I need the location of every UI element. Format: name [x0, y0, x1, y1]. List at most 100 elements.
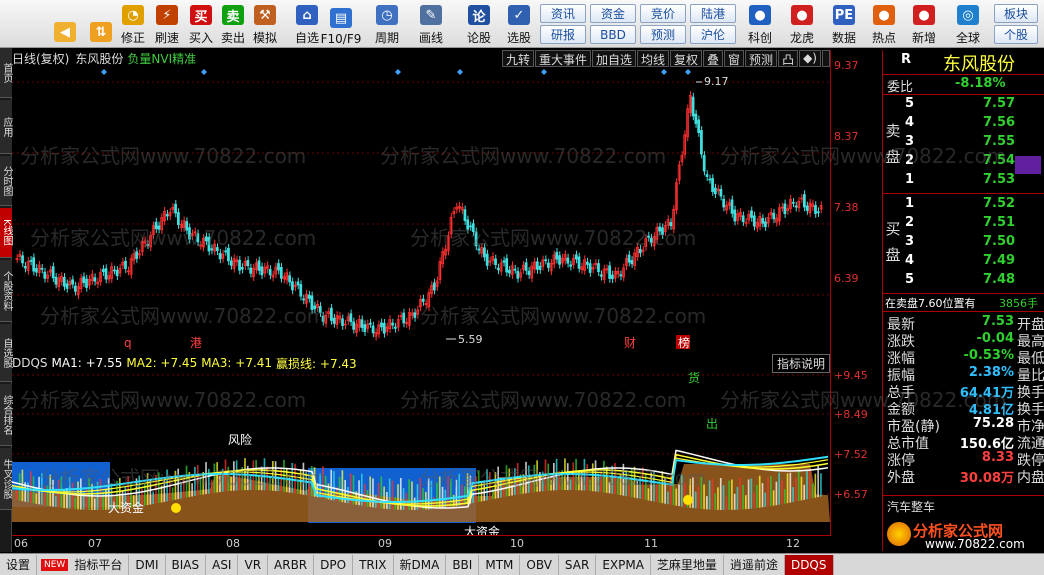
sell-price[interactable]: 7.55	[983, 134, 1015, 149]
indicator-tab-7[interactable]: ARBR	[268, 554, 315, 575]
buy-price[interactable]: 7.50	[983, 234, 1015, 249]
toolbar-button-4[interactable]: 买买入	[184, 2, 218, 46]
indicator-tab-3[interactable]: DMI	[129, 554, 166, 575]
indicator-bar	[269, 475, 271, 491]
toolbar-button-3[interactable]: ⚡ 刷速	[150, 2, 184, 46]
sidebar-tab-1[interactable]: 应用	[0, 100, 12, 154]
indicator-tab-9[interactable]: TRIX	[353, 554, 394, 575]
candle-body	[65, 283, 69, 289]
pe-button[interactable]: PE 数据	[826, 2, 862, 46]
chart-tool-3[interactable]: 均线	[636, 50, 669, 67]
chart-tool-10[interactable]	[822, 50, 830, 67]
cycle-icon: ◷	[376, 5, 398, 25]
sidebar-tab-3[interactable]: K线图	[0, 208, 12, 258]
period-label[interactable]: 日线(复权)	[12, 50, 69, 67]
up-down-arrow-button[interactable]: ⇅	[84, 2, 118, 46]
quick-button-7[interactable]: 沪伦	[690, 25, 736, 44]
chart-tool-0[interactable]: 九转	[501, 50, 534, 67]
chart-tool-1[interactable]: 重大事件	[534, 50, 591, 67]
toolbar-button-5[interactable]: 卖卖出	[216, 2, 250, 46]
indicator-bar	[191, 483, 193, 497]
dragon-button[interactable]: ● 龙虎	[784, 2, 820, 46]
indicator-tab-5[interactable]: ASI	[206, 554, 239, 575]
sell-price[interactable]: 7.56	[983, 115, 1015, 130]
indicator-tab-14[interactable]: SAR	[559, 554, 597, 575]
kline-chart[interactable]: 9.17 5.59 q 港 财 榜	[12, 67, 830, 350]
chart-tool-8[interactable]: 凸	[778, 50, 799, 67]
quick-button-3[interactable]: 陆港	[690, 4, 736, 23]
buy-side-label: 买盘	[885, 220, 901, 264]
indicator-tab-12[interactable]: MTM	[479, 554, 521, 575]
candle-body	[188, 227, 191, 240]
chart-tool-7[interactable]: 预测	[745, 50, 778, 67]
indicator-explain-button[interactable]: 指标说明	[771, 353, 830, 373]
chart-tool-9[interactable]: ◆)	[799, 50, 821, 67]
buy-price[interactable]: 7.51	[983, 215, 1015, 230]
indicator-bar	[744, 495, 747, 510]
indicator-tab-16[interactable]: 芝麻里地量	[651, 554, 724, 575]
hot-button[interactable]: ● 热点	[866, 2, 902, 46]
chart-tool-6[interactable]: 窗	[724, 50, 745, 67]
toolbar-button-11[interactable]: 论论股	[462, 2, 496, 46]
back-arrow-button[interactable]: ◀	[48, 2, 82, 46]
quick-button-4[interactable]: 研报	[540, 25, 586, 44]
sidebar-tab-0[interactable]: 首页	[0, 48, 12, 98]
toolbar-button-8[interactable]: ▤ F10/F9	[321, 2, 361, 46]
indicator-name[interactable]: 负量NVI精准	[127, 50, 196, 67]
industry-label[interactable]: 汽车整车	[887, 498, 935, 515]
toolbar-button-2[interactable]: ◔ 修正	[116, 2, 150, 46]
indicator-tab-4[interactable]: BIAS	[166, 554, 207, 575]
indicator-bar	[533, 464, 536, 493]
indicator-tab-1[interactable]: NEW	[41, 558, 69, 571]
quick-button-2[interactable]: 竞价	[640, 4, 686, 23]
globe-button[interactable]: ◎ 全球	[950, 2, 986, 46]
indicator-tab-13[interactable]: OBV	[520, 554, 559, 575]
chart-tool-2[interactable]: 加自选	[591, 50, 636, 67]
toolbar-button-7[interactable]: ⌂ 自选	[290, 2, 324, 46]
indicator-bar	[608, 481, 611, 494]
quick-button-1[interactable]: 资金	[590, 4, 636, 23]
far-right-button-0[interactable]: 板块	[994, 4, 1038, 23]
low-price-label: 5.59	[458, 333, 483, 346]
toolbar-button-10[interactable]: ✎ 画线	[414, 2, 448, 46]
indicator-bar	[427, 478, 430, 510]
sell-price[interactable]: 7.57	[983, 96, 1015, 111]
toolbar-button-9[interactable]: ◷ 周期	[370, 2, 404, 46]
sidebar-tab-4[interactable]: 个股资料	[0, 260, 12, 322]
chart-tool-5[interactable]: 叠	[703, 50, 724, 67]
chart-tool-4[interactable]: 复权	[670, 50, 703, 67]
indicator-annotation-0: 风险	[228, 432, 252, 447]
toolbar-button-6[interactable]: ⚒ 模拟	[248, 2, 282, 46]
candle-body	[794, 205, 798, 208]
indicator-tab-6[interactable]: VR	[238, 554, 269, 575]
buy-price[interactable]: 7.48	[983, 272, 1015, 287]
science-button[interactable]: ● 科创	[742, 2, 778, 46]
stat-value: 7.53	[981, 314, 1014, 329]
quick-button-5[interactable]: BBD	[590, 25, 636, 44]
indicator-bar	[219, 476, 221, 493]
buy-level: 5	[905, 272, 915, 287]
buy-price[interactable]: 7.49	[983, 253, 1015, 268]
news-button[interactable]: ● 新增	[906, 2, 942, 46]
sidebar-tab-6[interactable]: 综合排名	[0, 384, 12, 446]
indicator-tab-2[interactable]: 指标平台	[68, 554, 130, 575]
sell-price[interactable]: 7.54	[983, 153, 1015, 168]
sell-price[interactable]: 7.53	[983, 172, 1015, 187]
quick-button-0[interactable]: 资讯	[540, 4, 586, 23]
indicator-tab-18[interactable]: DDQS	[784, 554, 834, 575]
sidebar-tab-7[interactable]: 牛叉诊股	[0, 448, 12, 510]
indicator-tab-8[interactable]: DPO	[314, 554, 354, 575]
indicator-tab-0[interactable]: 设置	[0, 554, 38, 575]
sidebar-tab-5[interactable]: 自选股	[0, 324, 12, 382]
sidebar-tab-2[interactable]: 分时图	[0, 156, 12, 206]
ddqs-indicator-chart[interactable]: 风险大资金大资金货出	[12, 372, 830, 535]
far-right-button-1[interactable]: 个股	[994, 25, 1038, 44]
quick-button-6[interactable]: 预测	[640, 25, 686, 44]
indicator-tab-10[interactable]: 新DMA	[394, 554, 447, 575]
indicator-tick: +6.57	[834, 488, 868, 501]
indicator-tab-17[interactable]: 逍遥前途	[724, 554, 785, 575]
buy-price[interactable]: 7.52	[983, 196, 1015, 211]
indicator-tab-11[interactable]: BBI	[446, 554, 480, 575]
indicator-tab-15[interactable]: EXPMA	[596, 554, 651, 575]
toolbar-button-12[interactable]: ✓ 选股	[502, 2, 536, 46]
